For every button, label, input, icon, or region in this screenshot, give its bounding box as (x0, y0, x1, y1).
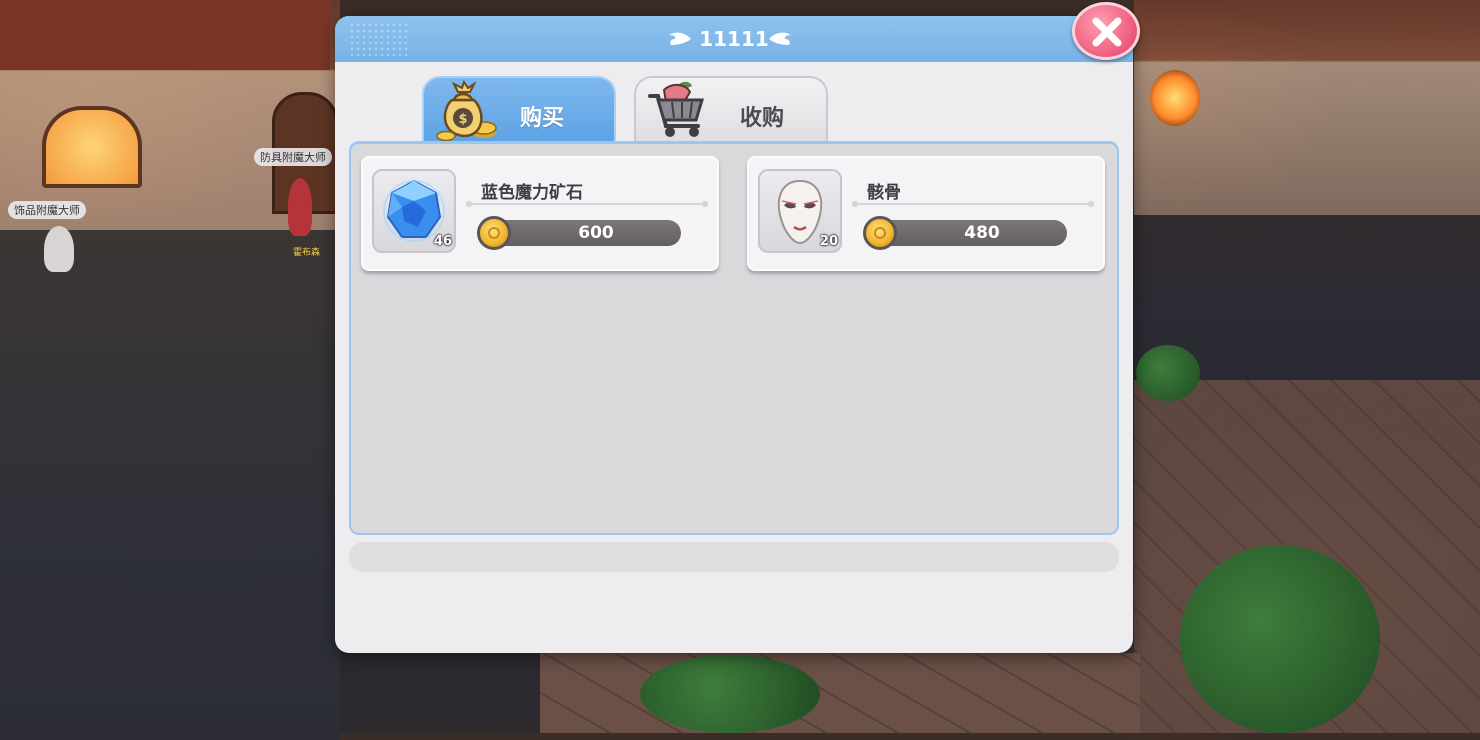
item-quantity: 46 (433, 234, 452, 249)
item-slot[interactable]: 46 (372, 169, 456, 253)
price-bar: 480 (867, 220, 1067, 246)
item-name: 骸骨 (867, 183, 901, 203)
background-cobblestone (540, 653, 1140, 733)
item-card[interactable]: 20 骸骨 480 (747, 156, 1105, 271)
background-fireplace (1150, 70, 1200, 126)
tab-buy-label: 购买 (520, 106, 565, 131)
background-bush (1180, 545, 1380, 733)
tab-acquire[interactable]: 收购 (634, 76, 828, 144)
background-bush (640, 655, 820, 733)
shop-panel: 11111 $ 购买 收购 46 蓝色魔力矿石 600 20 骸骨 480 (335, 16, 1133, 653)
close-button[interactable] (1072, 2, 1140, 60)
price-bar: 600 (481, 220, 681, 246)
divider (466, 201, 708, 207)
background-roof-left (0, 0, 330, 70)
close-icon (1092, 17, 1122, 47)
money-bag-icon: $ (436, 79, 497, 142)
background-bush (1136, 345, 1200, 401)
gold-coin-icon (477, 216, 511, 250)
item-price: 480 (964, 223, 1000, 243)
shopping-cart-icon (648, 81, 705, 137)
item-name: 蓝色魔力矿石 (481, 183, 583, 203)
npc-name-label: 霍布森 (293, 248, 321, 258)
svg-text:$: $ (458, 112, 467, 127)
divider (852, 201, 1094, 207)
npc-name-tag[interactable]: 防具附魔大师 (254, 148, 332, 166)
tab-acquire-label: 收购 (740, 106, 785, 131)
background-window (42, 106, 142, 188)
item-quantity: 20 (819, 234, 838, 249)
footer-bar (349, 542, 1119, 572)
item-price: 600 (578, 223, 614, 243)
background-road (0, 220, 340, 740)
item-slot[interactable]: 20 (758, 169, 842, 253)
npc-character[interactable] (44, 226, 74, 272)
tab-buy[interactable]: $ 购买 (422, 76, 616, 144)
npc-name-tag[interactable]: 饰品附魔大师 (8, 201, 86, 219)
gold-coin-icon (863, 216, 897, 250)
item-card[interactable]: 46 蓝色魔力矿石 600 (361, 156, 719, 271)
npc-character[interactable] (288, 178, 312, 236)
panel-header: 11111 (335, 16, 1133, 62)
panel-title: 11111 (699, 27, 769, 51)
wing-right-icon (769, 32, 791, 45)
